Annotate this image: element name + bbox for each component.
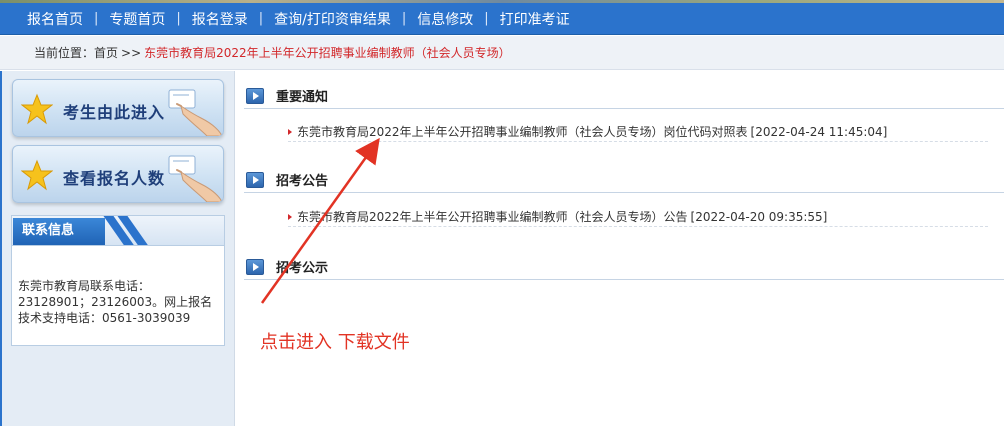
left-sidebar: 考生由此进入 查看报名人数 联系信息 东莞市教育局联系电话：23128901；2… (0, 71, 235, 426)
view-signup-count-label: 查看报名人数 (63, 169, 166, 188)
nav-item-topic-home[interactable]: 专题首页 (98, 9, 176, 29)
nav-item-edit-info[interactable]: 信息修改 (406, 9, 484, 29)
section-recruitment-announcement: 招考公告 (244, 167, 1004, 193)
contact-info-text: 东莞市教育局联系电话：23128901；23126003。网上报名技术支持电话：… (18, 279, 213, 325)
nav-item-signup-login[interactable]: 报名登录 (181, 9, 259, 29)
hand-pointer-icon (168, 155, 222, 202)
annotation-text: 点击进入 下载文件 (260, 332, 410, 353)
breadcrumb-separator: >> (121, 45, 142, 60)
breadcrumb-home-link[interactable]: 首页 (94, 44, 118, 61)
section-recruitment-publicity: 招考公示 (244, 254, 1004, 280)
star-icon (21, 159, 53, 191)
nav-item-signup-home[interactable]: 报名首页 (16, 9, 94, 29)
main-nav: 报名首页 | 专题首页 | 报名登录 | 查询/打印资审结果 | 信息修改 | … (0, 3, 1004, 35)
breadcrumb-current: 东莞市教育局2022年上半年公开招聘事业编制教师（社会人员专场） (144, 46, 511, 60)
star-icon (21, 93, 53, 125)
bullet-triangle-icon (288, 128, 292, 135)
section-title: 招考公示 (276, 261, 329, 276)
breadcrumb: 当前位置： 首页 >> 东莞市教育局2022年上半年公开招聘事业编制教师（社会人… (0, 36, 1004, 70)
candidate-enter-label: 考生由此进入 (63, 103, 166, 122)
list-item-date: [2022-04-20 09:35:55] (690, 209, 828, 224)
list-item-date: [2022-04-24 11:45:04] (750, 124, 888, 139)
section-arrow-icon (246, 258, 264, 275)
section-arrow-icon (246, 87, 264, 104)
contact-info-title: 联系信息 (13, 218, 105, 245)
list-item-title[interactable]: 东莞市教育局2022年上半年公开招聘事业编制教师（社会人员专场）公告 (297, 208, 688, 225)
nav-item-query-print-results[interactable]: 查询/打印资审结果 (263, 9, 402, 29)
contact-info-header: 联系信息 (12, 216, 224, 246)
breadcrumb-label: 当前位置： (34, 46, 95, 60)
bullet-triangle-icon (288, 213, 292, 220)
section-title: 重要通知 (276, 90, 329, 105)
hand-pointer-icon (168, 89, 222, 136)
nav-item-print-admission-ticket[interactable]: 打印准考证 (489, 9, 581, 29)
section-title: 招考公告 (276, 174, 329, 189)
list-item-title[interactable]: 东莞市教育局2022年上半年公开招聘事业编制教师（社会人员专场）岗位代码对照表 (297, 123, 748, 140)
view-signup-count-button[interactable]: 查看报名人数 (12, 145, 224, 203)
section-arrow-icon (246, 171, 264, 188)
list-item[interactable]: 东莞市教育局2022年上半年公开招聘事业编制教师（社会人员专场）岗位代码对照表 … (288, 122, 988, 142)
section-important-notice: 重要通知 (244, 83, 1004, 109)
contact-info-box: 联系信息 东莞市教育局联系电话：23128901；23126003。网上报名技术… (11, 215, 225, 346)
list-item[interactable]: 东莞市教育局2022年上半年公开招聘事业编制教师（社会人员专场）公告 [2022… (288, 207, 988, 227)
main-content: 重要通知 东莞市教育局2022年上半年公开招聘事业编制教师（社会人员专场）岗位代… (236, 71, 1004, 426)
candidate-enter-button[interactable]: 考生由此进入 (12, 79, 224, 137)
